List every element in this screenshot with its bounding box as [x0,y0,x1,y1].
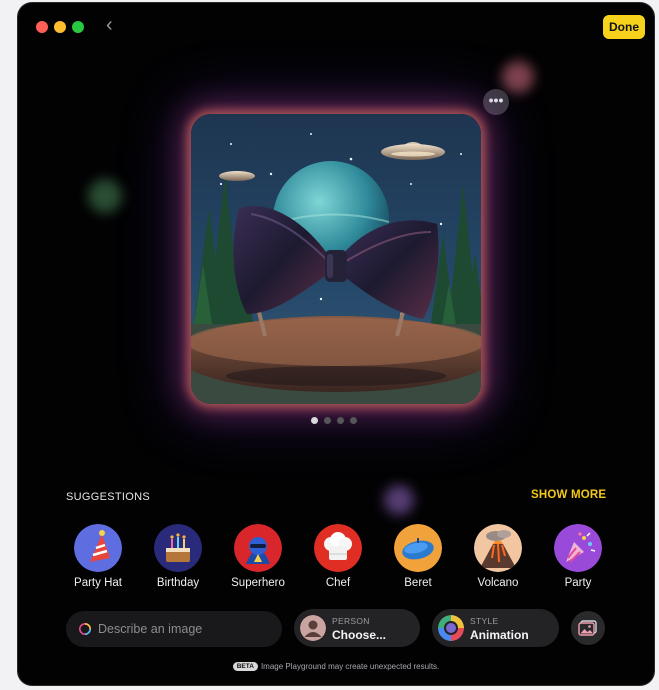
page-dot-2[interactable] [324,417,331,424]
image-playground-window: ‹ Done ••• SUGGESTIONS SHOW MORE Party H… [18,3,654,685]
person-value: Choose... [332,628,387,642]
style-caption: STYLE [470,616,499,626]
suggestion-volcano[interactable]: Volcano [458,524,538,589]
suggestion-party[interactable]: Party [538,524,618,589]
party-hat-icon [74,524,122,572]
page-dot-3[interactable] [337,417,344,424]
show-more-button[interactable]: SHOW MORE [531,489,606,501]
page-dot-1[interactable] [311,417,318,424]
suggestion-label: Party [564,577,592,589]
glow-bubble [502,61,534,93]
glow-bubble [88,179,122,213]
suggestion-superhero[interactable]: Superhero [218,524,298,589]
suggestion-party-hat[interactable]: Party Hat [58,524,138,589]
style-value: Animation [470,628,529,642]
bow-tie-space-image [191,114,481,404]
person-caption: PERSON [332,616,370,626]
person-picker[interactable]: PERSON Choose... [294,609,420,647]
style-animation-icon [438,615,464,641]
minimize-window-button[interactable] [54,21,66,33]
suggestions-list: Party Hat Birthday Superhero Chef Beret [58,524,618,589]
suggestion-birthday[interactable]: Birthday [138,524,218,589]
back-chevron-icon[interactable]: ‹ [106,15,113,35]
page-dot-4[interactable] [350,417,357,424]
beret-icon [394,524,442,572]
glow-bubble [384,485,414,515]
person-avatar-icon [300,615,326,641]
describe-image-input[interactable] [98,611,274,647]
suggestions-heading: SUGGESTIONS [66,491,150,503]
playground-sparkle-icon [79,623,91,635]
style-picker[interactable]: STYLE Animation [432,609,559,647]
volcano-icon [474,524,522,572]
superhero-icon [234,524,282,572]
party-popper-icon [554,524,602,572]
generated-image-preview[interactable] [191,114,481,404]
beta-badge: BETA [232,662,258,671]
page-indicator[interactable] [311,417,357,424]
suggestion-label: Beret [404,577,432,589]
close-window-button[interactable] [36,21,48,33]
suggestion-beret[interactable]: Beret [378,524,458,589]
suggestion-label: Birthday [156,577,200,589]
image-picker-button[interactable] [571,611,605,645]
suggestion-label: Superhero [231,577,285,589]
beta-disclaimer: BETA Image Playground may create unexpect… [18,662,654,671]
done-button[interactable]: Done [603,15,645,39]
photo-icon [578,620,597,636]
suggestion-label: Volcano [477,577,519,589]
disclaimer-text: Image Playground may create unexpected r… [260,662,440,671]
suggestion-chef[interactable]: Chef [298,524,378,589]
more-options-button[interactable]: ••• [483,89,509,115]
zoom-window-button[interactable] [72,21,84,33]
suggestion-label: Chef [325,577,351,589]
birthday-cake-icon [154,524,202,572]
chef-hat-icon [314,524,362,572]
suggestion-label: Party Hat [74,577,122,589]
describe-image-field[interactable] [66,611,282,647]
